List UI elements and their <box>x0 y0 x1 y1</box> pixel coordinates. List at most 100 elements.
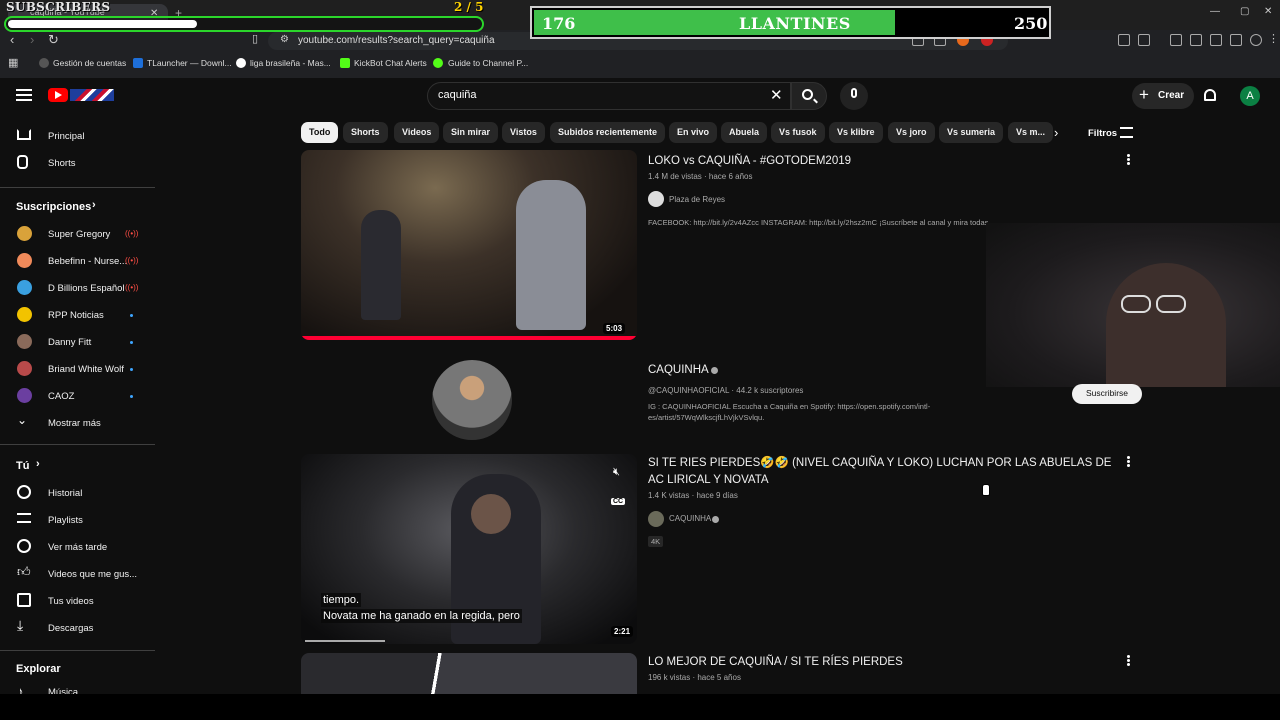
chip-en-vivo[interactable]: En vivo <box>669 122 718 143</box>
sidebar-item-ver-mas-tarde[interactable]: Ver más tarde <box>0 534 155 560</box>
channel-avatar[interactable] <box>648 191 664 207</box>
notifications-bell-icon[interactable] <box>1204 89 1216 101</box>
more-options-icon[interactable] <box>1127 655 1130 658</box>
video-thumbnail[interactable] <box>301 653 637 694</box>
filters-icon[interactable] <box>1120 127 1133 138</box>
forward-icon[interactable]: › <box>30 32 34 47</box>
sidebar-item-caoz[interactable]: CAOZ <box>0 383 155 409</box>
sidebar-item-label: Descargas <box>48 623 94 634</box>
bookmark-item[interactable]: Gestión de cuentas <box>53 58 126 68</box>
create-label[interactable]: Crear <box>1158 90 1184 101</box>
search-query-text[interactable]: caquiña <box>438 89 477 101</box>
minimize-icon[interactable]: — <box>1210 6 1220 17</box>
video-thumbnail[interactable]: 5:03 <box>301 150 637 340</box>
search-input[interactable] <box>427 82 791 110</box>
sidebar-item-descargas[interactable]: ⤓ Descargas <box>0 615 155 641</box>
new-content-dot <box>130 395 133 398</box>
filters-button[interactable]: Filtros <box>1088 128 1117 139</box>
sidebar-item-tus-videos[interactable]: Tus videos <box>0 588 155 614</box>
site-info-icon[interactable]: ⚙ <box>280 34 289 45</box>
chip-sin-mirar[interactable]: Sin mirar <box>443 122 499 143</box>
sidebar-item-historial[interactable]: Historial <box>0 480 155 506</box>
extension-icon[interactable] <box>1190 34 1202 46</box>
video-title[interactable]: SI TE RIES PIERDES🤣🤣 (NIVEL CAQUIÑA Y LO… <box>648 455 1118 489</box>
download-icon: ⤓ <box>17 617 24 633</box>
video-title[interactable]: LOKO vs CAQUIÑA - #GOTODEM2019 <box>648 153 1108 170</box>
subscriptions-heading[interactable]: Suscripciones <box>16 201 91 213</box>
more-options-icon[interactable] <box>1127 456 1130 459</box>
clear-search-icon[interactable]: ✕ <box>770 86 783 104</box>
chevron-right-icon[interactable]: › <box>92 199 96 211</box>
chip-vs-fusok[interactable]: Vs fusok <box>771 122 825 143</box>
extension-icon[interactable] <box>1138 34 1150 46</box>
flag-logo-icon <box>70 89 114 101</box>
video-title[interactable]: LO MEJOR DE CAQUIÑA / SI TE RÍES PIERDES <box>648 654 1108 671</box>
bookmark-item[interactable]: Guide to Channel P... <box>448 58 528 68</box>
chevron-right-icon[interactable]: › <box>1054 125 1058 140</box>
sidebar-item-label: Mostrar más <box>48 418 101 429</box>
maximize-icon[interactable]: ▢ <box>1240 6 1249 17</box>
microphone-icon[interactable] <box>851 88 857 98</box>
chip-vs-klibre[interactable]: Vs klibre <box>829 122 883 143</box>
chip-shorts[interactable]: Shorts <box>343 122 388 143</box>
youtube-logo-icon[interactable] <box>48 88 68 102</box>
chip-videos[interactable]: Videos <box>394 122 440 143</box>
goal-current-value: 176 <box>542 14 576 33</box>
channel-avatar-large[interactable] <box>432 360 512 440</box>
video-meta: 1.4 K vistas · hace 9 días <box>648 491 738 500</box>
channel-avatar <box>17 280 32 295</box>
sidebar-item-principal[interactable]: Principal <box>0 123 155 149</box>
bookmark-item[interactable]: KickBot Chat Alerts <box>354 58 427 68</box>
sidebar-divider <box>0 444 155 445</box>
close-window-icon[interactable]: ✕ <box>1264 6 1272 17</box>
extension-icon[interactable] <box>1118 34 1130 46</box>
sidebar-item-bebefinn[interactable]: Bebefinn - Nurse... ((•)) <box>0 248 155 274</box>
channel-title[interactable]: CAQUINHA <box>648 362 709 379</box>
music-ext-icon[interactable] <box>1170 34 1182 46</box>
profile-icon[interactable] <box>1250 34 1262 46</box>
sidebar-item-shorts[interactable]: Shorts <box>0 150 155 176</box>
video-thumbnail[interactable]: 🔇︎ CC tiempo. Novata me ha ganado en la … <box>301 454 637 644</box>
sidebar-item-rpp-noticias[interactable]: RPP Noticias <box>0 302 155 328</box>
bookmark-item[interactable]: liga brasileña - Mas... <box>250 58 331 68</box>
chip-abuela[interactable]: Abuela <box>721 122 768 143</box>
wallet-icon[interactable] <box>1210 34 1222 46</box>
chip-vistos[interactable]: Vistos <box>502 122 545 143</box>
sidebar-item-super-gregory[interactable]: Super Gregory ((•)) <box>0 221 155 247</box>
goal-overlay: 176 LLANTINES 250 <box>530 6 1051 39</box>
mute-icon[interactable]: 🔇︎ <box>613 466 620 479</box>
account-avatar[interactable]: A <box>1240 86 1260 106</box>
search-icon[interactable] <box>802 89 813 100</box>
chevron-right-icon[interactable]: › <box>36 458 40 470</box>
chip-vs-sumeria[interactable]: Vs sumeria <box>939 122 1004 143</box>
hamburger-menu-icon[interactable] <box>16 89 32 101</box>
sidebar-item-liked-videos[interactable]: 👍︎ Videos que me gus... <box>0 561 155 587</box>
reload-icon[interactable]: ↻ <box>48 32 59 48</box>
subscribe-button[interactable]: Suscribirse <box>1072 384 1142 404</box>
channel-avatar[interactable] <box>648 511 664 527</box>
sidebar-item-d-billions[interactable]: D Billions Español ((•)) <box>0 275 155 301</box>
extensions-icon[interactable] <box>1230 34 1242 46</box>
sidebar-item-label: RPP Noticias <box>48 310 104 321</box>
chip-subidos-recientemente[interactable]: Subidos recientemente <box>550 122 666 143</box>
chip-vs-more[interactable]: Vs m... <box>1008 122 1054 143</box>
more-options-icon[interactable] <box>1127 154 1130 157</box>
back-icon[interactable]: ‹ <box>10 32 14 47</box>
you-heading[interactable]: Tú <box>16 460 29 472</box>
sidebar-item-playlists[interactable]: Playlists <box>0 507 155 533</box>
chip-todo[interactable]: Todo <box>301 122 339 143</box>
sidebar-item-danny-fitt[interactable]: Danny Fitt <box>0 329 155 355</box>
captions-icon[interactable]: CC <box>611 498 626 505</box>
url-text[interactable]: youtube.com/results?search_query=caquiña <box>298 35 495 46</box>
sidebar-item-briand-white-wolf[interactable]: Briand White Wolf <box>0 356 155 382</box>
chip-vs-joro[interactable]: Vs joro <box>888 122 935 143</box>
video-duration: 5:03 <box>603 323 626 334</box>
bookmark-item[interactable]: TLauncher — Downl... <box>147 58 232 68</box>
sidebar-item-show-more[interactable]: ⌄ Mostrar más <box>0 410 155 436</box>
apps-icon[interactable]: ▦ <box>8 56 18 69</box>
sidebar-item-label: Shorts <box>48 158 76 169</box>
channel-name[interactable]: Plaza de Reyes <box>669 195 725 204</box>
channel-name[interactable]: CAQUINHA <box>669 514 711 523</box>
menu-dots-icon[interactable]: ⋮ <box>1268 32 1279 45</box>
plus-icon[interactable]: + <box>1139 85 1149 105</box>
